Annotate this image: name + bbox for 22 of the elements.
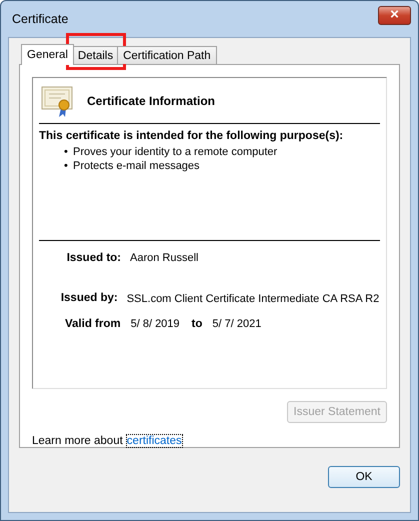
tab[interactable]: General — [21, 44, 74, 65]
ok-button[interactable]: OK — [328, 466, 400, 488]
purpose-heading: This certificate is intended for the following purpose(s): — [39, 130, 344, 142]
certificates-link[interactable]: certificates — [126, 435, 182, 447]
field-value: 5/ 7/ 2021 — [212, 318, 262, 330]
bullet: • — [64, 145, 69, 159]
field-label: Issued to: — [66, 252, 121, 264]
certificate-icon — [41, 84, 75, 118]
field-label: Issued by: — [60, 292, 118, 306]
purpose-item: Protects e-mail messages — [73, 159, 200, 173]
card-title: Certificate Information — [87, 94, 216, 108]
field-label: Valid from — [65, 318, 121, 330]
field-value: SSL.com Client Certificate Intermediate CA RSA R2 — [126, 292, 380, 306]
tab[interactable]: Certification Path — [117, 46, 217, 64]
field-label: to — [192, 318, 202, 330]
window-title: Certificate — [12, 12, 68, 26]
field-value: 5/ 8/ 2019 — [130, 318, 180, 330]
bullet: • — [64, 159, 69, 173]
purpose-item: Proves your identity to a remote computer — [73, 145, 278, 159]
learn-more-text: Learn more about — [32, 435, 123, 447]
close-button[interactable]: × — [378, 6, 411, 24]
field-value: Aaron Russell — [130, 252, 198, 264]
